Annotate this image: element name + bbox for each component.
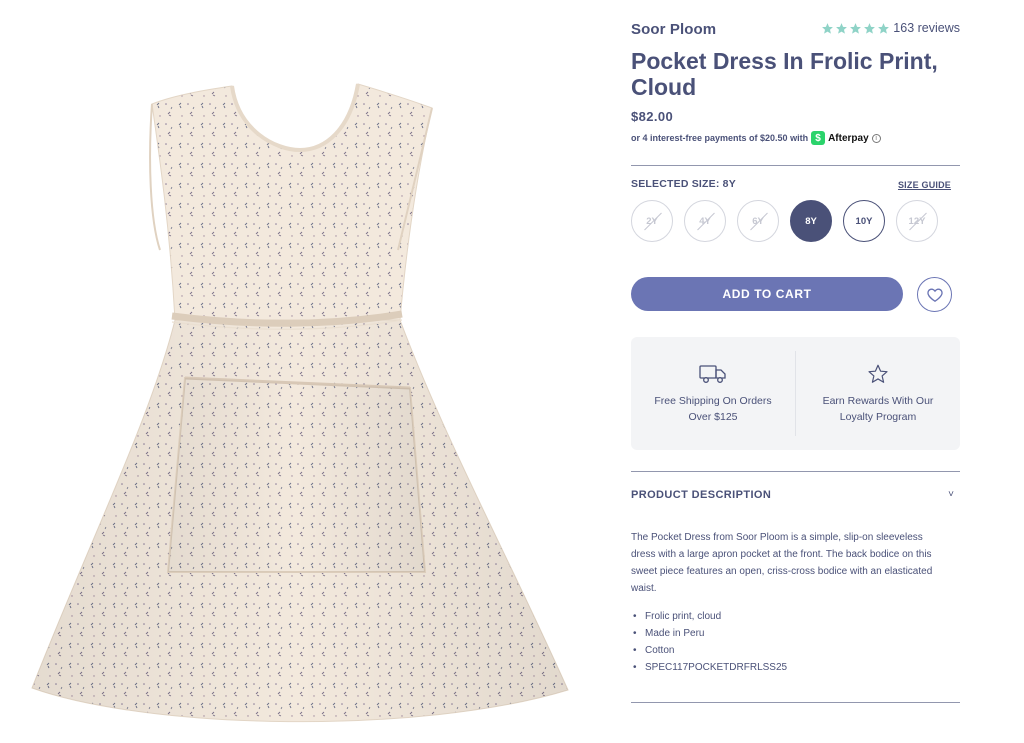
product-price: $82.00 bbox=[631, 109, 674, 124]
info-icon[interactable]: i bbox=[871, 133, 881, 143]
size-option-6y[interactable]: 6Y bbox=[737, 200, 779, 242]
product-info-panel: Soor Ploom 163 reviews Pocket Dress In F… bbox=[631, 0, 960, 743]
list-item: SPEC117POCKETDRFRLSS25 bbox=[631, 659, 949, 676]
reviews-count[interactable]: 163 reviews bbox=[893, 21, 960, 35]
star-icon bbox=[867, 363, 889, 385]
product-title: Pocket Dress In Frolic Print, Cloud bbox=[631, 48, 938, 100]
size-header: SELECTED SIZE: 8Y SIZE GUIDE bbox=[631, 178, 960, 192]
star-rating bbox=[821, 22, 890, 35]
star-icon bbox=[836, 22, 848, 34]
size-option-8y[interactable]: 8Y bbox=[790, 200, 832, 242]
wishlist-button[interactable] bbox=[917, 277, 952, 312]
chevron-down-icon: ˅ bbox=[948, 489, 954, 500]
description-bullets: Frolic print, cloud Made in Peru Cotton … bbox=[631, 608, 949, 676]
afterpay-text: or 4 interest-free payments of $20.50 wi… bbox=[631, 133, 809, 143]
perk-loyalty: Earn Rewards With Our Loyalty Program bbox=[796, 337, 960, 450]
size-guide-link[interactable]: SIZE GUIDE bbox=[898, 180, 951, 190]
size-option-12y[interactable]: 12Y bbox=[896, 200, 938, 242]
size-selector: 2Y 4Y 6Y 8Y 10Y 12Y bbox=[631, 200, 938, 242]
rating[interactable]: 163 reviews bbox=[821, 21, 960, 35]
product-description-toggle[interactable]: PRODUCT DESCRIPTION ˅ bbox=[631, 489, 960, 503]
divider bbox=[631, 471, 960, 472]
list-item: Cotton bbox=[631, 642, 949, 659]
dress-photo bbox=[31, 83, 569, 723]
brand-row: Soor Ploom 163 reviews bbox=[631, 21, 960, 39]
heart-icon bbox=[926, 288, 943, 302]
add-to-cart-button[interactable]: ADD TO CART bbox=[631, 277, 903, 311]
perk-free-shipping: Free Shipping On Orders Over $125 bbox=[631, 337, 795, 450]
brand-name[interactable]: Soor Ploom bbox=[631, 21, 716, 38]
product-image[interactable] bbox=[0, 0, 600, 743]
perks-panel: Free Shipping On Orders Over $125 Earn R… bbox=[631, 337, 960, 450]
divider bbox=[631, 165, 960, 166]
size-option-10y[interactable]: 10Y bbox=[843, 200, 885, 242]
truck-icon bbox=[699, 363, 727, 385]
size-option-4y[interactable]: 4Y bbox=[684, 200, 726, 242]
perk-text: Free Shipping On Orders Over $125 bbox=[654, 395, 772, 423]
star-icon bbox=[822, 22, 834, 34]
selected-size-label: SELECTED SIZE: 8Y bbox=[631, 178, 736, 190]
list-item: Frolic print, cloud bbox=[631, 608, 949, 625]
list-item: Made in Peru bbox=[631, 625, 949, 642]
perk-text: Earn Rewards With Our Loyalty Program bbox=[822, 395, 934, 423]
description-title: PRODUCT DESCRIPTION bbox=[631, 489, 772, 501]
star-icon bbox=[850, 22, 862, 34]
star-icon bbox=[864, 22, 876, 34]
divider bbox=[631, 702, 960, 703]
description-text: The Pocket Dress from Soor Ploom is a si… bbox=[631, 532, 933, 594]
afterpay-logo-icon: $ bbox=[811, 131, 826, 145]
afterpay-brand: Afterpay bbox=[828, 132, 869, 144]
size-option-2y[interactable]: 2Y bbox=[631, 200, 673, 242]
afterpay-installments: or 4 interest-free payments of $20.50 wi… bbox=[631, 131, 881, 145]
star-icon bbox=[878, 22, 890, 34]
